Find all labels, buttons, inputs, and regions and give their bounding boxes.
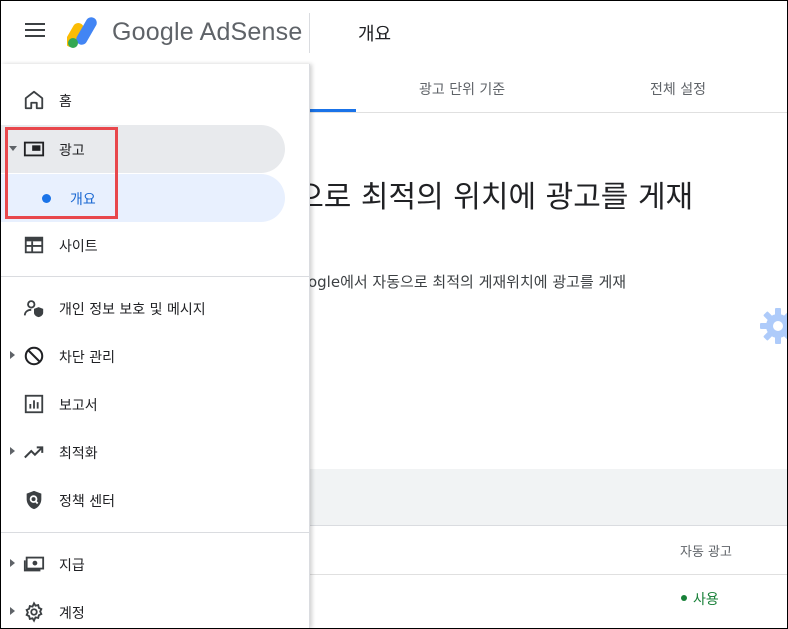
drawer-divider — [1, 532, 309, 533]
drawer-divider — [1, 276, 309, 277]
nav-item-label: 홈 — [59, 94, 72, 110]
nav-item-account[interactable]: 계정 — [1, 588, 285, 628]
column-header-auto-ads: 자동 광고 — [680, 545, 732, 560]
nav-item-label: 지급 — [59, 558, 85, 574]
block-icon — [24, 346, 44, 366]
nav-item-privacy-messaging[interactable]: 개인 정보 보호 및 메시지 — [1, 284, 285, 332]
payments-icon — [23, 556, 45, 572]
nav-item-home[interactable]: 홈 — [1, 76, 285, 124]
page-title: 개요 — [358, 24, 392, 45]
nav-item-reports[interactable]: 보고서 — [1, 380, 285, 428]
expand-caret-icon[interactable] — [10, 351, 15, 359]
nav-item-label: 정책 센터 — [59, 494, 115, 510]
gear-illustration-icon — [760, 308, 787, 344]
nav-item-label: 사이트 — [59, 239, 98, 255]
settings-icon — [25, 601, 43, 623]
nav-item-label: 차단 관리 — [59, 350, 115, 366]
nav-item-label: 계정 — [59, 606, 85, 622]
nav-item-optimization[interactable]: 최적화 — [1, 428, 285, 476]
nav-item-payments[interactable]: 지급 — [1, 540, 285, 588]
expand-caret-icon[interactable] — [10, 607, 15, 615]
top-app-bar: Google AdSense 개요 — [1, 1, 787, 64]
adsense-logo-icon — [67, 17, 97, 48]
tab-by-ad-unit[interactable]: 광고 단위 기준 — [419, 79, 505, 99]
hamburger-menu-icon[interactable] — [25, 23, 45, 39]
expand-caret-icon[interactable] — [10, 559, 15, 567]
nav-item-label: 최적화 — [59, 446, 98, 462]
app-window: Google AdSense 개요 광고 단위 기준 전체 설정 자동으로 최적… — [0, 0, 788, 629]
status-badge: 사용 — [681, 589, 719, 609]
logo-text: Google AdSense — [112, 18, 303, 46]
status-dot — [681, 595, 687, 601]
highlight-annotation-box — [5, 127, 118, 219]
trending-up-icon — [24, 446, 44, 459]
status-text: 사용 — [693, 592, 719, 608]
nav-item-label: 보고서 — [59, 398, 98, 414]
tab-global-settings[interactable]: 전체 설정 — [650, 79, 706, 99]
expand-caret-icon[interactable] — [10, 447, 15, 455]
home-icon — [24, 90, 44, 110]
nav-item-policy-center[interactable]: 정책 센터 — [1, 476, 285, 524]
report-icon — [24, 394, 44, 414]
web-icon — [24, 236, 44, 254]
nav-item-blocking-controls[interactable]: 차단 관리 — [1, 332, 285, 380]
policy-icon — [26, 490, 42, 510]
nav-item-sites[interactable]: 사이트 — [1, 221, 285, 269]
privacy-icon — [23, 300, 44, 318]
header-divider — [309, 13, 310, 53]
nav-item-label: 개인 정보 보호 및 메시지 — [59, 302, 206, 318]
